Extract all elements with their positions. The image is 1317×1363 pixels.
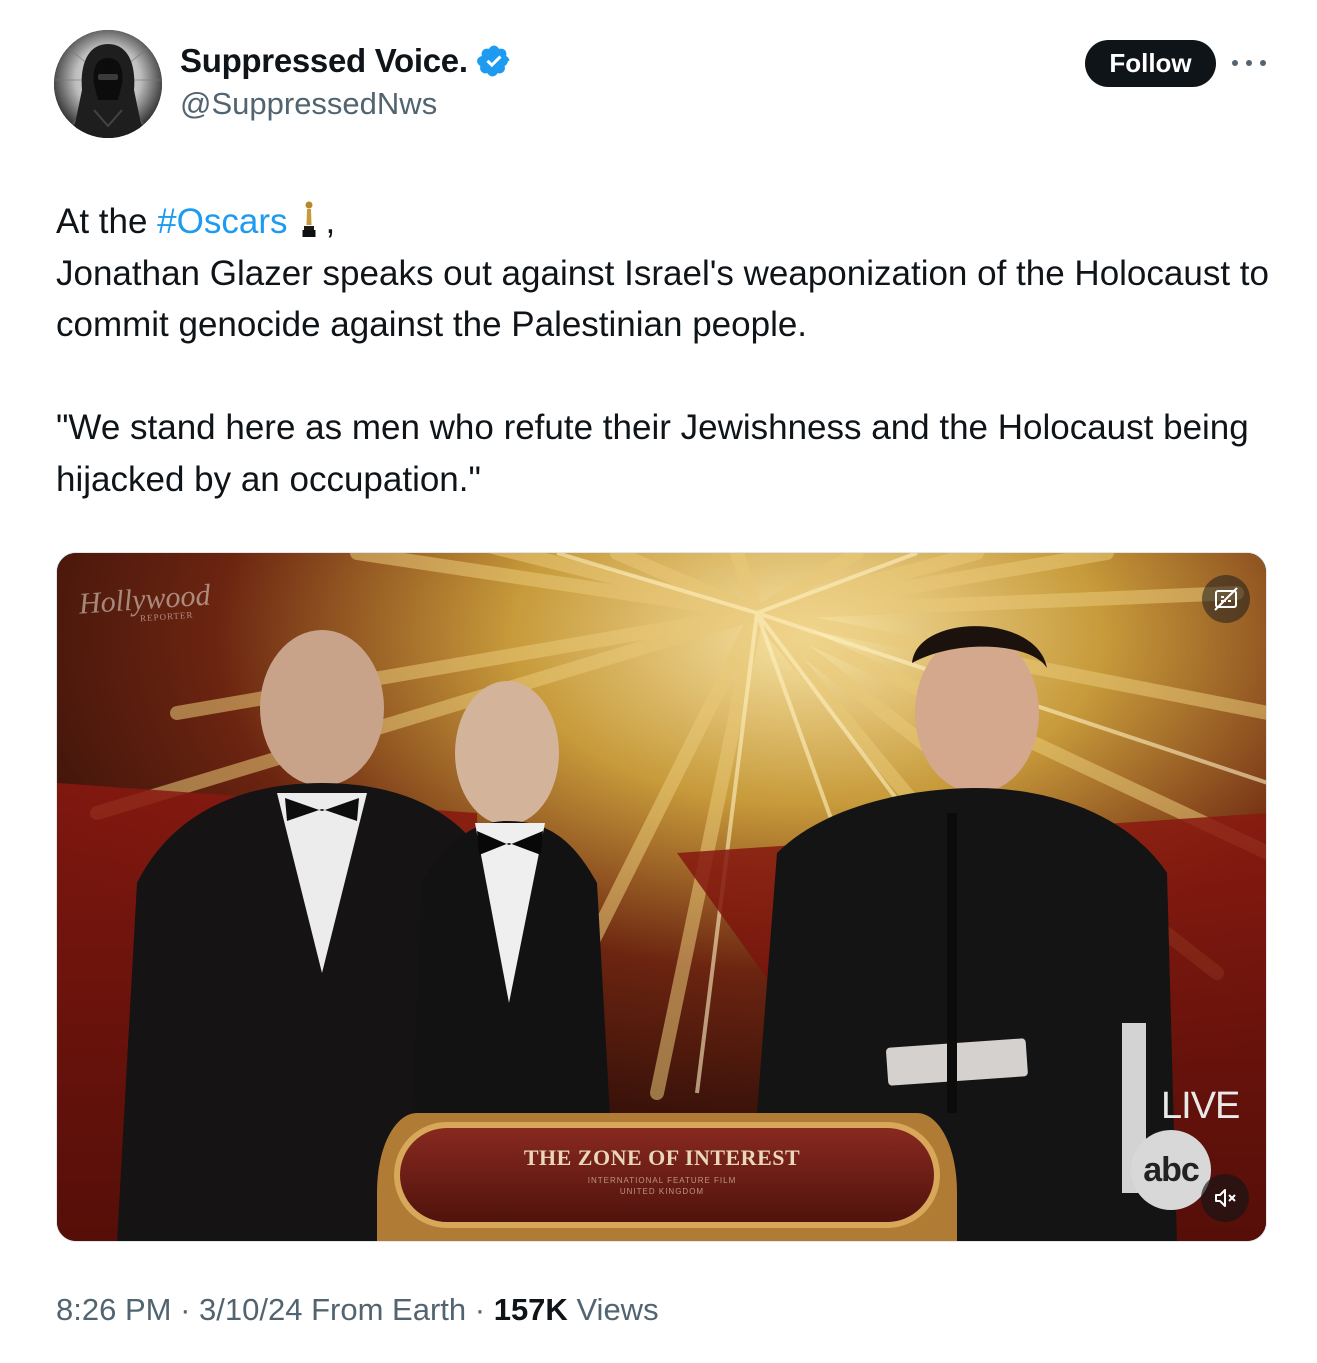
tweet-text: At the #Oscars , Jonathan Glazer speaks … — [56, 196, 1271, 505]
hooded-figure-icon — [54, 30, 162, 138]
meta-separator: · — [180, 1292, 191, 1327]
volume-muted-icon — [1215, 1189, 1236, 1207]
author-handle[interactable]: @SuppressedNws — [180, 86, 437, 122]
author-name-row: Suppressed Voice. — [180, 42, 512, 80]
podium-subtitle-line-1: INTERNATIONAL FEATURE FILM — [587, 1176, 737, 1185]
follow-button[interactable]: Follow — [1085, 40, 1216, 87]
podium-title: THE ZONE OF INTEREST — [523, 1145, 801, 1170]
tweet-text-comma: , — [325, 202, 336, 241]
tweet-card: Suppressed Voice. @SuppressedNws Follow … — [0, 0, 1317, 1363]
video-player[interactable]: Hollywood REPORTER THE ZONE OF INTEREST … — [56, 552, 1267, 1242]
captions-toggle-button[interactable] — [1202, 575, 1250, 623]
timestamp-time[interactable]: 8:26 PM — [56, 1292, 171, 1327]
captions-off-icon — [1214, 587, 1238, 611]
tweet-text-prefix: At the — [56, 202, 158, 241]
tweet-meta: 8:26 PM · 3/10/24 From Earth · 157K View… — [56, 1292, 659, 1328]
hashtag-link[interactable]: #Oscars — [157, 202, 287, 241]
tweet-source: From Earth — [311, 1292, 467, 1327]
tweet-paragraph-1: Jonathan Glazer speaks out against Israe… — [56, 253, 1269, 345]
meta-separator: · — [474, 1292, 486, 1327]
views-label: Views — [576, 1292, 659, 1327]
more-options-icon[interactable] — [1232, 52, 1266, 74]
timestamp-date[interactable]: 3/10/24 — [199, 1292, 302, 1327]
views-count[interactable]: 157K — [494, 1292, 568, 1327]
podium-subtitle-line-2: UNITED KINGDOM — [619, 1187, 705, 1196]
abc-network-logo: abc — [1131, 1130, 1211, 1210]
tweet-paragraph-2: "We stand here as men who refute their J… — [56, 408, 1249, 499]
podium-subtitle: INTERNATIONAL FEATURE FILM UNITED KINGDO… — [497, 1175, 827, 1197]
display-name[interactable]: Suppressed Voice. — [180, 42, 468, 80]
tweet-line-1: At the #Oscars , — [56, 196, 1271, 248]
verified-badge-icon[interactable] — [476, 43, 512, 79]
avatar[interactable] — [54, 30, 162, 138]
video-frame — [57, 553, 1266, 1241]
live-label: LIVE — [1161, 1085, 1240, 1127]
oscar-trophy-icon — [302, 201, 316, 237]
mute-toggle-button[interactable] — [1201, 1174, 1249, 1222]
